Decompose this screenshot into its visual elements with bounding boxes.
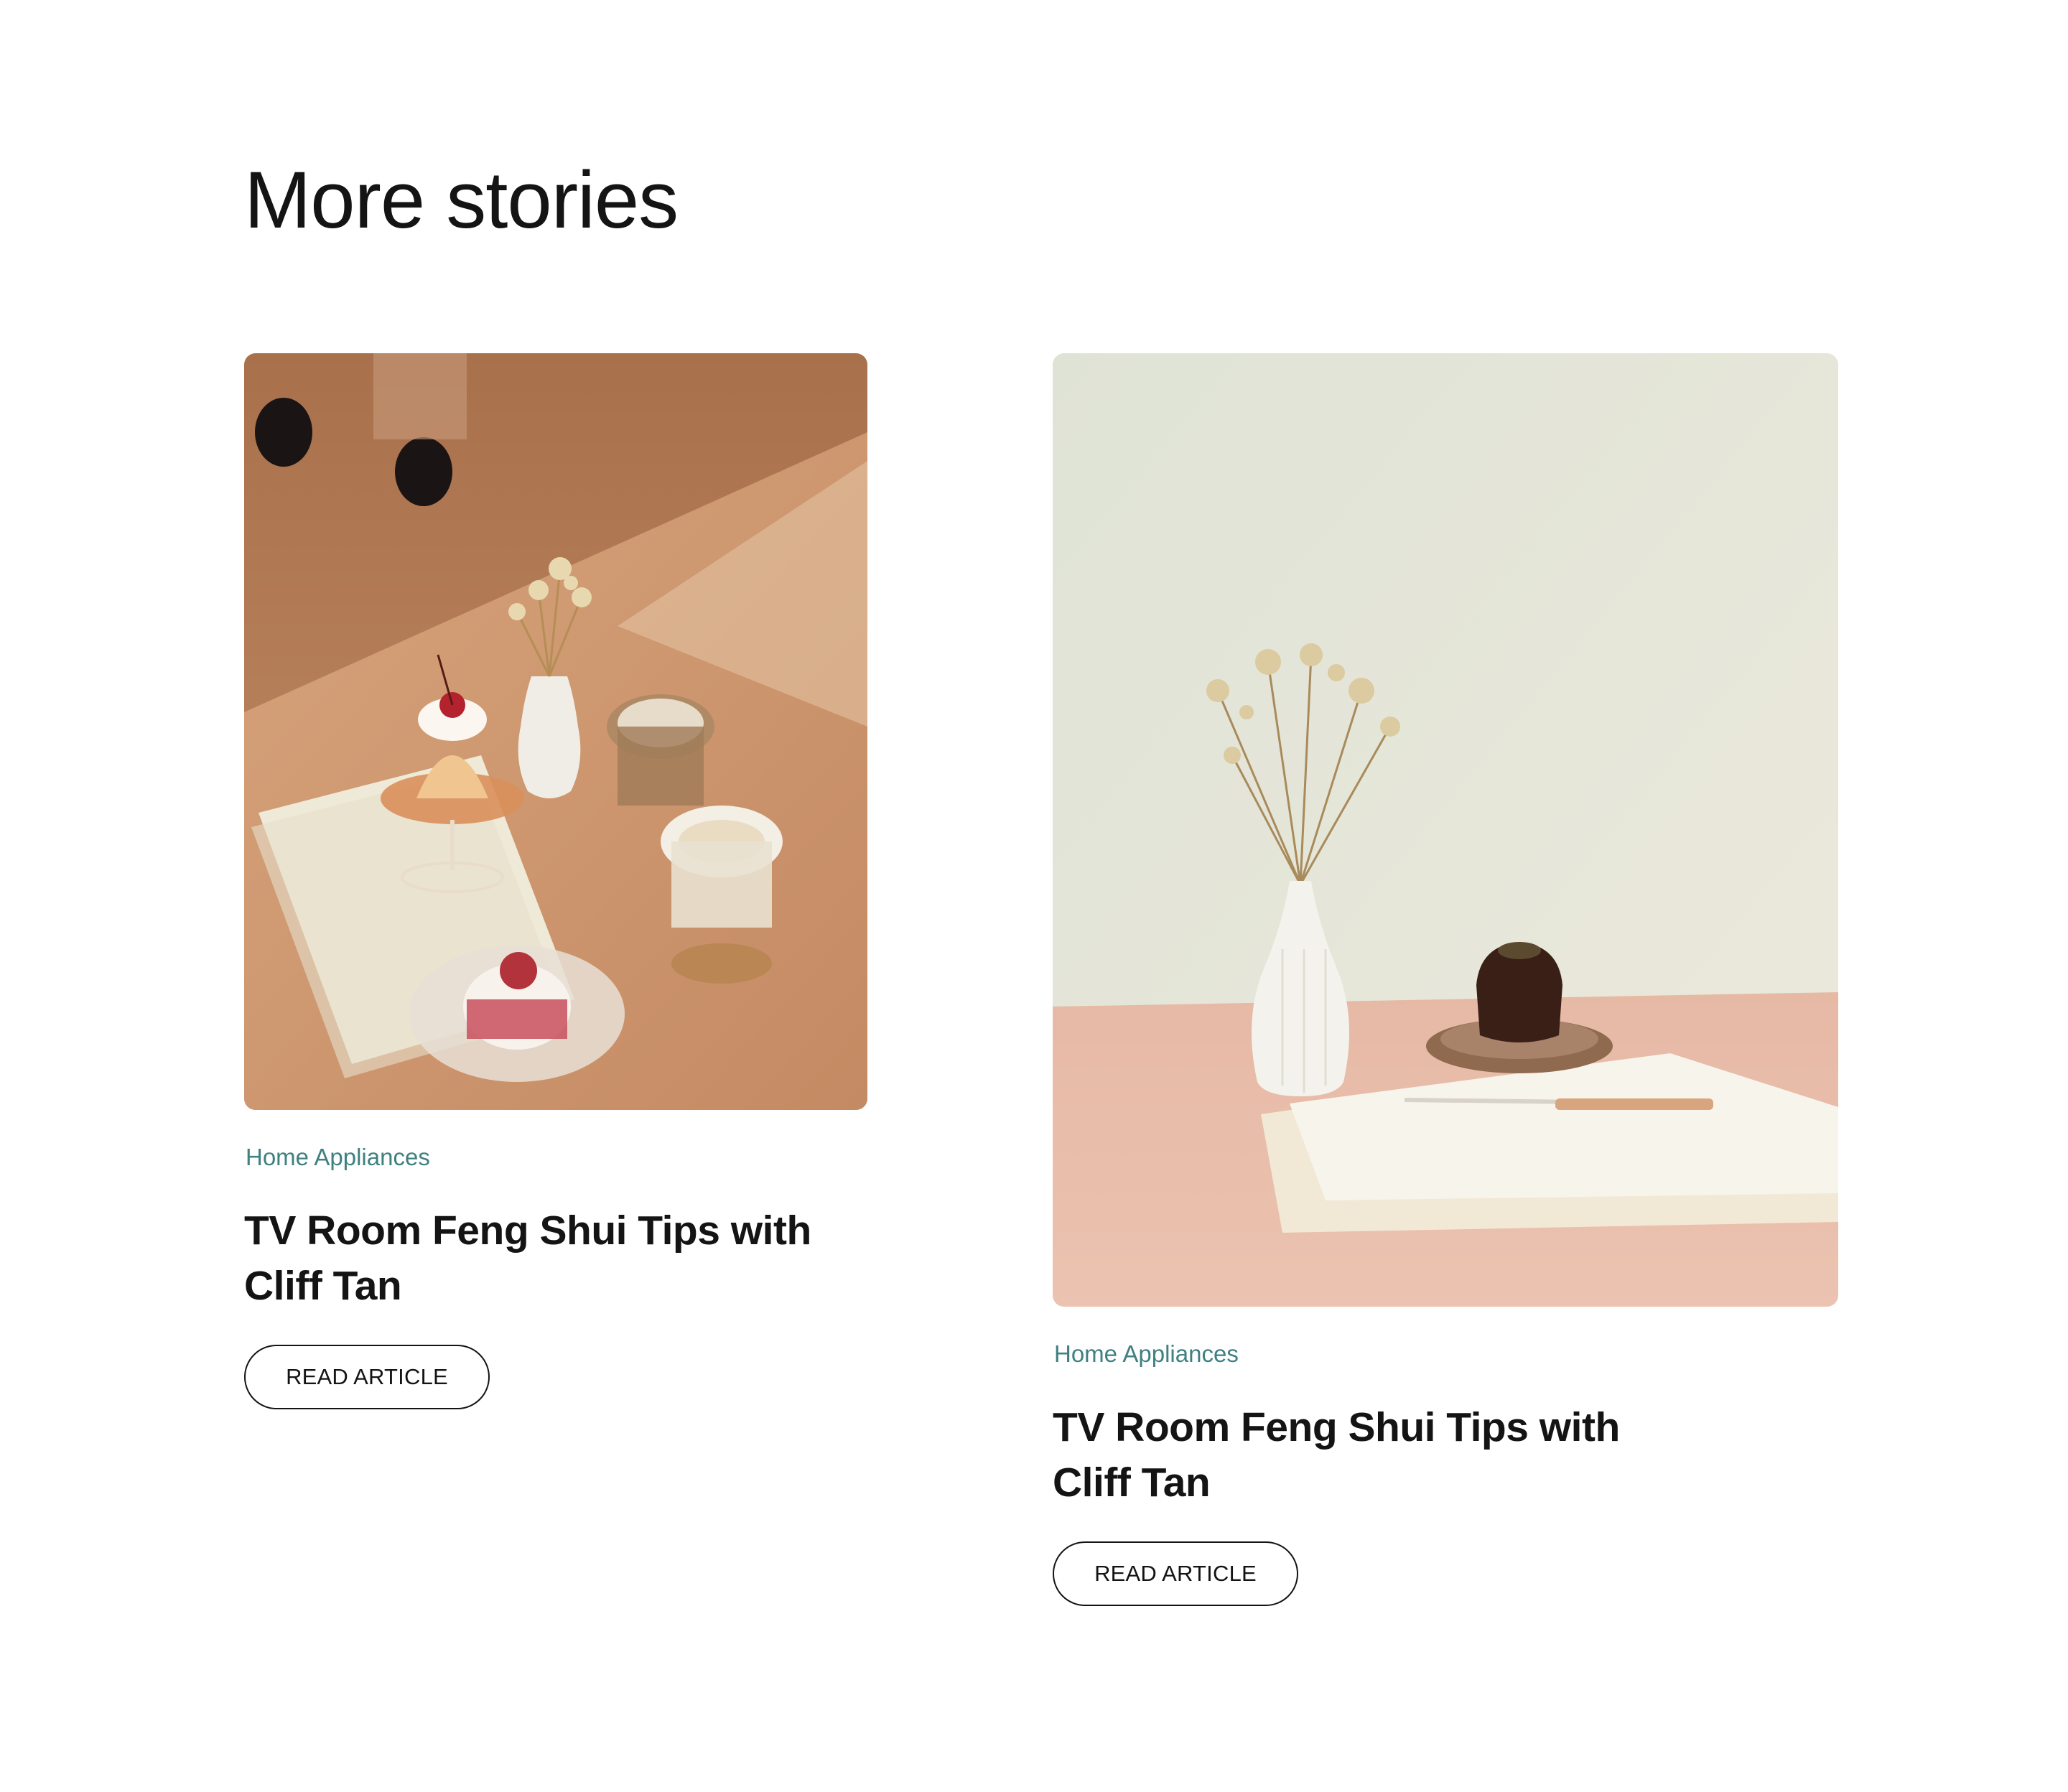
read-article-button[interactable]: READ ARTICLE [244, 1345, 490, 1410]
story-title[interactable]: TV Room Feng Shui Tips with Cliff Tan [1053, 1400, 1676, 1511]
read-article-button[interactable]: READ ARTICLE [1053, 1541, 1298, 1607]
story-card: Home Appliances TV Room Feng Shui Tips w… [244, 353, 867, 1410]
vase-cake-still-life-photo [1053, 353, 1838, 1307]
cafe-table-photo [244, 353, 867, 1110]
story-category-link[interactable]: Home Appliances [246, 1143, 867, 1172]
story-card: Home Appliances TV Room Feng Shui Tips w… [1053, 353, 1838, 1607]
story-category-link[interactable]: Home Appliances [1054, 1340, 1838, 1368]
story-image[interactable] [1053, 353, 1838, 1307]
story-image[interactable] [244, 353, 867, 1110]
section-title: More stories [244, 155, 679, 245]
story-title[interactable]: TV Room Feng Shui Tips with Cliff Tan [244, 1203, 867, 1314]
